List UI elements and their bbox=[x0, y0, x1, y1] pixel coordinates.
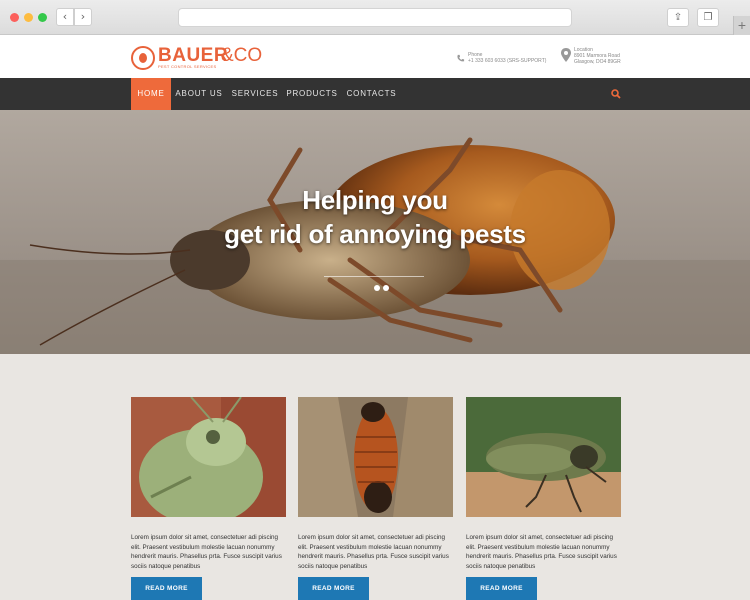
chevron-right-icon: › bbox=[80, 10, 86, 23]
cicada-image[interactable] bbox=[466, 397, 621, 517]
bug-logo-icon[interactable] bbox=[131, 46, 155, 70]
back-button[interactable]: ‹ bbox=[56, 8, 74, 26]
card-1-description: Lorem ipsum dolor sit amet, consectetuer… bbox=[131, 534, 282, 570]
tabs-icon: ❐ bbox=[703, 12, 713, 23]
plus-icon: + bbox=[737, 17, 747, 33]
card-3-description: Lorem ipsum dolor sit amet, consectetuer… bbox=[466, 534, 617, 570]
tabs-button[interactable]: ❐ bbox=[697, 8, 719, 27]
nav-item-contacts[interactable]: CONTACTS bbox=[344, 78, 399, 110]
new-tab-button[interactable]: + bbox=[733, 16, 750, 35]
zoom-window-button[interactable] bbox=[38, 13, 47, 22]
hero-title-line1: Helping you bbox=[302, 185, 448, 215]
nav-item-about-us[interactable]: ABOUT US bbox=[173, 78, 225, 110]
slider-dot-2[interactable] bbox=[383, 285, 389, 291]
phone-number[interactable]: +1 333 603 6033 (SRS-SUPPORT) bbox=[468, 58, 546, 64]
nav-item-services[interactable]: SERVICES bbox=[229, 78, 281, 110]
logo-brand-suffix[interactable]: &CO bbox=[221, 45, 262, 67]
search-icon[interactable] bbox=[611, 89, 621, 99]
chevron-left-icon: ‹ bbox=[62, 10, 68, 23]
share-icon: ⇪ bbox=[673, 12, 683, 23]
card-3-read-more-button[interactable]: READ MORE bbox=[466, 577, 537, 600]
address-bar[interactable] bbox=[178, 8, 572, 27]
card-2-description: Lorem ipsum dolor sit amet, consectetuer… bbox=[298, 534, 449, 570]
nav-item-products[interactable]: PRODUCTS bbox=[284, 78, 340, 110]
minimize-window-button[interactable] bbox=[24, 13, 33, 22]
site-header bbox=[0, 35, 750, 78]
nav-item-home[interactable]: HOME bbox=[131, 78, 171, 110]
grasshopper-image[interactable] bbox=[131, 397, 286, 517]
close-window-button[interactable] bbox=[10, 13, 19, 22]
cockroach-in-wood-image[interactable] bbox=[298, 397, 453, 517]
slider-dot-1[interactable] bbox=[374, 285, 380, 291]
card-2-read-more-button[interactable]: READ MORE bbox=[298, 577, 369, 600]
share-button[interactable]: ⇪ bbox=[667, 8, 689, 27]
hero-divider bbox=[324, 276, 424, 277]
location-pin-icon bbox=[561, 48, 571, 62]
location-city: Glasgow, DO4 89GR bbox=[574, 59, 621, 65]
forward-button[interactable]: › bbox=[74, 8, 92, 26]
card-1-read-more-button[interactable]: READ MORE bbox=[131, 577, 202, 600]
hero-title-line2: get rid of annoying pests bbox=[224, 219, 526, 249]
logo-tagline: PEST CONTROL SERVICES bbox=[158, 64, 217, 69]
phone-icon bbox=[457, 54, 465, 62]
